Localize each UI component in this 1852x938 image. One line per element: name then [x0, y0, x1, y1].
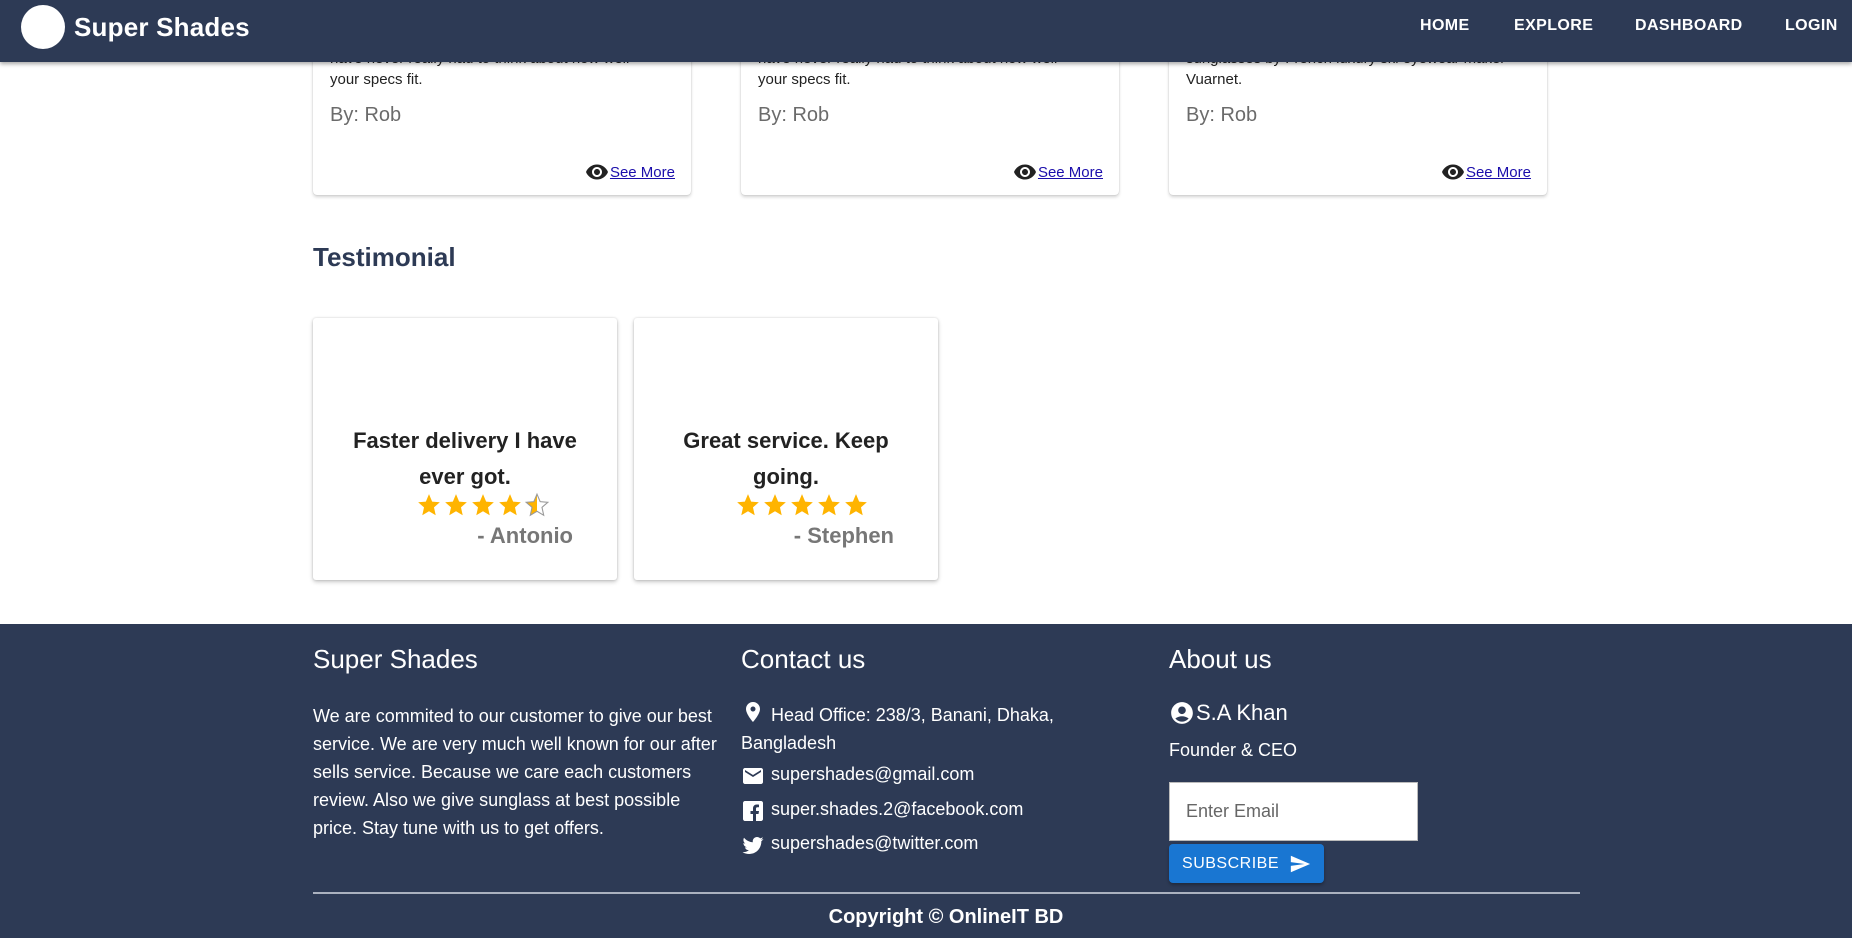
nav-login[interactable]: LOGIN: [1785, 17, 1838, 35]
account-circle-icon: [1171, 702, 1193, 724]
star-icon: [499, 494, 521, 516]
send-icon: [1290, 855, 1311, 872]
testimonial-author: - Stephen: [793, 523, 894, 548]
mail-icon: [743, 768, 763, 784]
eye-icon: [1013, 164, 1036, 180]
facebook-icon: [743, 801, 763, 821]
testimonial-card: Great service. Keep going. - Stephen: [634, 318, 938, 580]
subscribe-email-input[interactable]: [1169, 782, 1418, 841]
footer-about-title: Super Shades: [313, 644, 478, 674]
founder-name: S.A Khan: [1169, 700, 1288, 726]
rating-stars: [735, 492, 869, 518]
star-icon: [845, 494, 867, 516]
see-more-label[interactable]: See More: [1466, 164, 1531, 181]
testimonial-card: Faster delivery I have ever got. - Anton…: [313, 318, 617, 580]
product-description: Vuarnet.: [1186, 71, 1243, 88]
contact-email-text[interactable]: supershades@gmail.com: [771, 764, 974, 785]
star-icon: [737, 494, 759, 516]
star-icon: [524, 492, 550, 517]
contact-address-text: Head Office: 238/3, Banani, Dhaka, Bangl…: [741, 705, 1054, 753]
contact-twitter[interactable]: supershades@twitter.com: [741, 833, 978, 857]
star-icon: [418, 494, 440, 516]
product-description: your specs fit.: [330, 71, 423, 88]
location-pin-icon: [746, 702, 760, 722]
founder-name-text: S.A Khan: [1196, 700, 1288, 725]
see-more-link[interactable]: See More: [1441, 160, 1531, 184]
footer-contact-title: Contact us: [741, 644, 866, 674]
product-description: your specs fit.: [758, 71, 851, 88]
star-icon: [764, 494, 786, 516]
copyright-text: Copyright © OnlineIT BD: [828, 906, 1064, 928]
contact-twitter-text[interactable]: supershades@twitter.com: [771, 833, 978, 854]
footer-divider: [313, 892, 1580, 894]
subscribe-label: SUBSCRIBE: [1182, 854, 1279, 872]
testimonial-quote: Faster delivery I have ever got.: [353, 428, 577, 489]
testimonial-quote: Great service. Keep going.: [683, 428, 889, 489]
nav-dashboard[interactable]: DASHBOARD: [1635, 17, 1743, 35]
star-icon: [445, 494, 467, 516]
eye-icon: [585, 164, 608, 180]
contact-email[interactable]: supershades@gmail.com: [741, 764, 974, 788]
product-author: By: Rob: [330, 104, 402, 126]
top-navbar: Super Shades HOME EXPLORE DASHBOARD LOGI…: [0, 0, 1852, 62]
star-icon: [791, 494, 813, 516]
footer: Super Shades We are commited to our cust…: [0, 624, 1852, 938]
rating-stars: [416, 492, 550, 518]
nav-explore[interactable]: EXPLORE: [1514, 17, 1593, 35]
brand-name[interactable]: Super Shades: [74, 12, 250, 43]
logo-icon[interactable]: [21, 5, 65, 49]
footer-about-text: We are commited to our customer to give …: [313, 706, 717, 838]
founder-role: Founder & CEO: [1169, 740, 1298, 760]
testimonial-title: Testimonial: [313, 242, 456, 272]
see-more-label[interactable]: See More: [1038, 164, 1103, 181]
product-author: By: Rob: [758, 104, 830, 126]
contact-facebook-text[interactable]: super.shades.2@facebook.com: [771, 799, 1023, 820]
eye-icon: [1441, 164, 1464, 180]
contact-address: Head Office: 238/3, Banani, Dhaka, Bangl…: [741, 700, 1101, 757]
subscribe-button[interactable]: SUBSCRIBE: [1169, 844, 1324, 883]
product-author: By: Rob: [1186, 104, 1258, 126]
see-more-label[interactable]: See More: [610, 164, 675, 181]
star-icon: [818, 494, 840, 516]
footer-about-us-title: About us: [1169, 644, 1272, 674]
twitter-icon: [742, 837, 764, 854]
contact-facebook[interactable]: super.shades.2@facebook.com: [741, 799, 1023, 823]
see-more-link[interactable]: See More: [585, 160, 675, 184]
testimonial-author: - Antonio: [477, 523, 573, 548]
see-more-link[interactable]: See More: [1013, 160, 1103, 184]
nav-home[interactable]: HOME: [1420, 17, 1470, 35]
star-icon: [472, 494, 494, 516]
